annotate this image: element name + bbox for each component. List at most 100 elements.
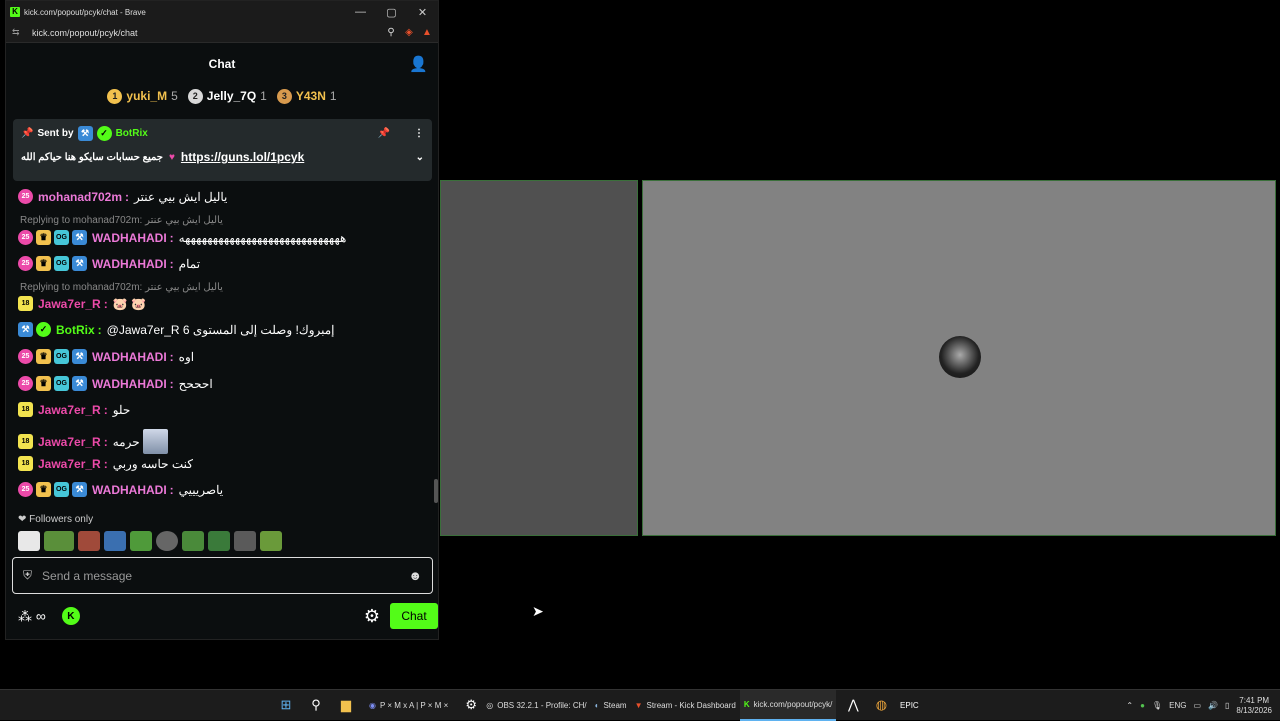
- emote-button[interactable]: [156, 531, 178, 551]
- taskbar-app-obs[interactable]: ◎ OBS 32.2.1 - Profile: CH/: [482, 690, 590, 721]
- chevron-up-icon[interactable]: ⌃: [1126, 701, 1133, 710]
- age-badge-icon: 18: [18, 296, 33, 311]
- send-chat-button[interactable]: Chat: [390, 603, 438, 629]
- chat-username[interactable]: Jawa7er_R: [38, 297, 101, 311]
- chat-username[interactable]: WADHAHADI: [92, 231, 167, 245]
- leaderboard-count: 1: [329, 89, 337, 103]
- chat-message[interactable]: 25 ♛ OG ⚒ WADHAHADI: اوه: [18, 349, 194, 364]
- chat-username[interactable]: WADHAHADI: [92, 257, 167, 271]
- message-input[interactable]: [42, 568, 409, 583]
- zoom-icon[interactable]: ⚲: [384, 27, 398, 38]
- chat-message[interactable]: 25 ♛ OG ⚒ WADHAHADI: احححح: [18, 376, 213, 391]
- chat-username[interactable]: WADHAHADI: [92, 350, 167, 364]
- chat-username[interactable]: Jawa7er_R: [38, 403, 101, 417]
- clock[interactable]: 7:41 PM 8/13/2026: [1236, 696, 1272, 716]
- maximize-button[interactable]: ▢: [376, 6, 407, 19]
- battery-icon[interactable]: ▯: [1225, 701, 1229, 710]
- emote-button[interactable]: [182, 531, 204, 551]
- taskbar-app-label: P × M x A | P × M ×: [379, 700, 449, 710]
- language-indicator[interactable]: ENG: [1169, 701, 1186, 710]
- emoji-picker-icon[interactable]: ☻: [408, 568, 422, 583]
- leaderboard-item[interactable]: 2 Jelly_7Q 1: [187, 88, 267, 104]
- chat-username[interactable]: mohanad702m: [38, 190, 122, 204]
- followers-only-label: Followers only: [29, 514, 94, 525]
- chat-message[interactable]: 18 Jawa7er_R: كنت حاسه وربي: [18, 456, 193, 471]
- emote-button[interactable]: [260, 531, 282, 551]
- chat-scrollbar[interactable]: [434, 479, 438, 503]
- pinned-link[interactable]: https://guns.lol/1pcyk: [181, 150, 304, 164]
- kicks-icon: ⁂: [18, 607, 32, 624]
- app-icon[interactable]: ⋀: [842, 694, 864, 716]
- network-icon[interactable]: ▭: [1193, 701, 1201, 710]
- chat-message[interactable]: 25 ♛ OG ⚒ WADHAHADI: ياصريييي: [18, 482, 223, 497]
- chat-message[interactable]: ⚒ ✓ BotRix: @Jawa7er_R إمبروك! وصلت إلى الم…: [18, 322, 335, 337]
- chat-username[interactable]: WADHAHADI: [92, 483, 167, 497]
- brave-rewards-icon[interactable]: ▲: [420, 27, 434, 38]
- kick-logo-icon[interactable]: K: [61, 607, 80, 625]
- chat-username[interactable]: BotRix: [56, 323, 95, 337]
- taskbar-app-steam[interactable]: ◐ Steam: [591, 690, 631, 721]
- chat-message[interactable]: 18 Jawa7er_R: 🐷 🐷: [18, 296, 146, 311]
- emote-button[interactable]: [18, 531, 40, 551]
- taskbar-app-kick-chat[interactable]: K kick.com/popout/pcyk/: [739, 689, 837, 721]
- separator: :: [103, 456, 108, 471]
- gear-icon[interactable]: ⚙: [364, 606, 380, 627]
- chrome-icon[interactable]: ◍: [870, 694, 892, 716]
- minimize-button[interactable]: —: [345, 6, 376, 18]
- chevron-down-icon[interactable]: ⌄: [416, 152, 424, 163]
- video-panel-left: [440, 180, 638, 536]
- emote-button[interactable]: [130, 531, 152, 551]
- chat-message[interactable]: 25 ♛ OG ⚒ WADHAHADI: هههههههههههههههههههههههه…: [18, 230, 346, 245]
- url-text[interactable]: kick.com/popout/pcyk/chat: [32, 28, 384, 38]
- system-tray: ⌃ ● 🎙 ENG ▭ 🔊 ▯ 7:41 PM 8/13/2026: [1126, 690, 1280, 721]
- chat-username[interactable]: Jawa7er_R: [38, 457, 101, 471]
- leaderboard-item[interactable]: 1 yuki_M 5: [107, 88, 178, 104]
- chat-username[interactable]: WADHAHADI: [92, 377, 167, 391]
- search-icon[interactable]: ⚲: [305, 694, 327, 716]
- chat-message[interactable]: 18 Jawa7er_R: حرمه: [18, 429, 168, 454]
- unpin-icon[interactable]: 📌: [378, 128, 390, 139]
- chat-username[interactable]: Jawa7er_R: [38, 435, 101, 449]
- heart-icon: ❤: [18, 514, 27, 525]
- brave-shields-icon[interactable]: ◈: [402, 27, 416, 38]
- volume-icon[interactable]: 🔊: [1208, 701, 1218, 710]
- emote-button[interactable]: [78, 531, 100, 551]
- subscriber-badge-icon: 25: [18, 482, 33, 497]
- emote-button[interactable]: [234, 531, 256, 551]
- chat-message[interactable]: 18 Jawa7er_R: حلو: [18, 402, 130, 417]
- settings-icon[interactable]: ⚙: [460, 694, 482, 716]
- separator: :: [169, 230, 174, 245]
- age-badge-icon: 18: [18, 402, 33, 417]
- chat-message[interactable]: 25 ♛ OG ⚒ WADHAHADI: تمام: [18, 256, 200, 271]
- chat-message-text: هههههههههههههههههههههههههههههه: [178, 230, 347, 245]
- emote-button[interactable]: [104, 531, 126, 551]
- chat-header: Chat 👤: [6, 43, 438, 85]
- emote-button[interactable]: [44, 531, 74, 551]
- more-options-icon[interactable]: ⋮: [414, 128, 424, 139]
- start-button-icon[interactable]: ⊞: [275, 694, 297, 716]
- status-dot-icon[interactable]: ●: [1140, 701, 1145, 710]
- site-settings-icon[interactable]: ⇆: [12, 27, 24, 38]
- chat-message-text: كنت حاسه وربي: [112, 456, 193, 471]
- address-bar[interactable]: ⇆ kick.com/popout/pcyk/chat ⚲ ◈ ▲: [6, 23, 438, 43]
- verified-badge-icon: ✓: [36, 322, 51, 337]
- taskbar-app-discord[interactable]: ◉ P × M x A | P × M ×: [365, 690, 452, 721]
- taskbar-app-kick-dashboard[interactable]: ▼ Stream - Kick Dashboard: [631, 690, 740, 721]
- pinned-message[interactable]: 📌 Sent by ⚒ ✓ BotRix 📌 ⋮ جميع حسابات ساي…: [13, 119, 432, 181]
- leaderboard-name: Jelly_7Q: [206, 89, 257, 103]
- chat-input-box[interactable]: ⛨ ☻: [12, 557, 433, 594]
- taskbar-app-label: Stream - Kick Dashboard: [646, 700, 736, 710]
- epic-games-icon[interactable]: EPIC: [898, 694, 920, 716]
- close-button[interactable]: ✕: [407, 6, 438, 19]
- chat-message[interactable]: 25 mohanad702m: ياليل ايش بيي عنتر: [18, 189, 227, 204]
- leaderboard-item[interactable]: 3 Y43N 1: [276, 88, 337, 104]
- microphone-icon[interactable]: 🎙: [1152, 701, 1162, 710]
- users-icon[interactable]: 👤: [409, 55, 428, 73]
- rank-badge: 3: [276, 88, 292, 104]
- pinned-sender[interactable]: BotRix: [116, 128, 148, 139]
- crown-badge-icon: ♛: [36, 376, 51, 391]
- file-explorer-icon[interactable]: ▆: [335, 694, 357, 716]
- crown-badge-icon: ♛: [36, 349, 51, 364]
- kicks-button[interactable]: ⁂ ∞: [18, 608, 46, 625]
- emote-button[interactable]: [208, 531, 230, 551]
